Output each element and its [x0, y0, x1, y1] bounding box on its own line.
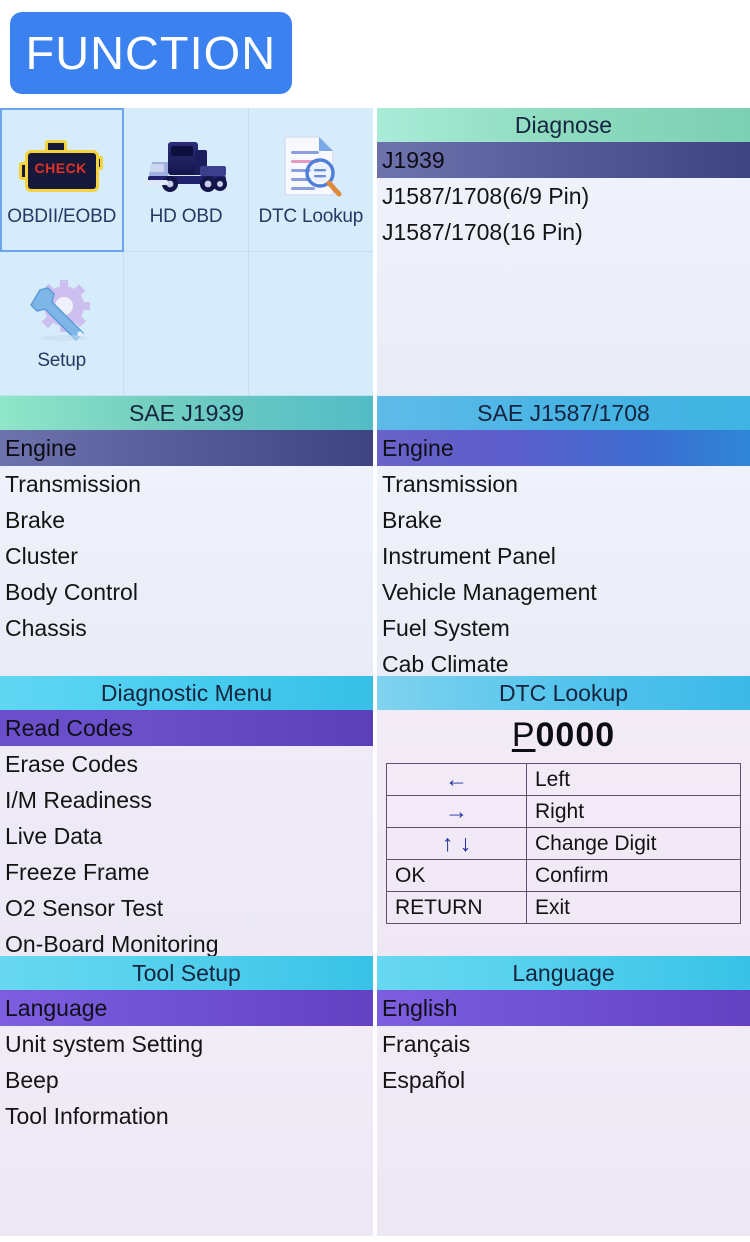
- list-item[interactable]: Tool Information: [0, 1098, 373, 1134]
- diagnostic-menu-list: Read Codes Erase Codes I/M Readiness Liv…: [0, 710, 373, 956]
- tool-setup-list: Language Unit system Setting Beep Tool I…: [0, 990, 373, 1236]
- right-arrow-icon: →: [387, 796, 527, 828]
- list-item[interactable]: J1587/1708(6/9 Pin): [377, 178, 750, 214]
- menu-item-label: HD OBD: [150, 206, 223, 228]
- table-row: ↑ ↓ Change Digit: [387, 828, 741, 860]
- dtc-code-cursor-char: P: [512, 716, 536, 754]
- list-item[interactable]: Transmission: [0, 466, 373, 502]
- list-item[interactable]: Cab Climate: [377, 646, 750, 676]
- sae-j1939-title: SAE J1939: [0, 396, 373, 430]
- screens-row-4: Tool Setup Language Unit system Setting …: [0, 956, 750, 1236]
- diagnose-screen: Diagnose J1939 J1587/1708(6/9 Pin) J1587…: [377, 108, 750, 396]
- sae-j1587-screen: SAE J1587/1708 Engine Transmission Brake…: [377, 396, 750, 676]
- left-arrow-icon: ←: [387, 764, 527, 796]
- screens-row-3: Diagnostic Menu Read Codes Erase Codes I…: [0, 676, 750, 956]
- dtc-key-help-table: ← Left → Right ↑ ↓ Change Digit: [386, 763, 741, 924]
- list-item[interactable]: Instrument Panel: [377, 538, 750, 574]
- language-title: Language: [377, 956, 750, 990]
- list-item[interactable]: Read Codes: [0, 710, 373, 746]
- return-key-label: RETURN: [387, 892, 527, 924]
- document-search-icon: [275, 132, 347, 202]
- tool-setup-title: Tool Setup: [0, 956, 373, 990]
- list-item[interactable]: Engine: [0, 430, 373, 466]
- list-item[interactable]: Beep: [0, 1062, 373, 1098]
- sae-j1939-list: Engine Transmission Brake Cluster Body C…: [0, 430, 373, 676]
- list-item[interactable]: I/M Readiness: [0, 782, 373, 818]
- dtc-lookup-body: P0000 ← Left → Right: [377, 710, 750, 956]
- menu-cell-empty-6: [249, 252, 373, 396]
- dtc-action-label: Left: [527, 764, 741, 796]
- list-item[interactable]: English: [377, 990, 750, 1026]
- dtc-code-display[interactable]: P0000: [377, 710, 750, 763]
- page-header: FUNCTION: [0, 0, 750, 108]
- menu-item-dtc-lookup[interactable]: DTC Lookup: [249, 108, 373, 252]
- list-item[interactable]: Body Control: [0, 574, 373, 610]
- list-item[interactable]: O2 Sensor Test: [0, 890, 373, 926]
- sae-j1939-screen: SAE J1939 Engine Transmission Brake Clus…: [0, 396, 373, 676]
- page-root: FUNCTION CHECK: [0, 0, 750, 1242]
- table-row: ← Left: [387, 764, 741, 796]
- diagnostic-menu-title: Diagnostic Menu: [0, 676, 373, 710]
- menu-item-label: Setup: [37, 350, 86, 372]
- list-item[interactable]: J1939: [377, 142, 750, 178]
- list-item[interactable]: Brake: [0, 502, 373, 538]
- list-item[interactable]: Unit system Setting: [0, 1026, 373, 1062]
- ok-key-label: OK: [387, 860, 527, 892]
- menu-item-obdii-eobd[interactable]: CHECK OBDII/EOBD: [0, 108, 124, 252]
- dtc-lookup-screen: DTC Lookup P0000 ← Left →: [377, 676, 750, 956]
- brand-logo: FUNCTION: [10, 12, 292, 94]
- truck-icon: [138, 132, 234, 202]
- table-row: OK Confirm: [387, 860, 741, 892]
- menu-item-hd-obd[interactable]: HD OBD: [124, 108, 248, 252]
- gear-wrench-icon: [24, 276, 100, 346]
- list-item[interactable]: Freeze Frame: [0, 854, 373, 890]
- list-item[interactable]: Language: [0, 990, 373, 1026]
- table-row: RETURN Exit: [387, 892, 741, 924]
- dtc-lookup-title: DTC Lookup: [377, 676, 750, 710]
- menu-item-label: DTC Lookup: [258, 206, 363, 228]
- screens-row-1: CHECK OBDII/EOBD: [0, 108, 750, 396]
- tool-setup-screen: Tool Setup Language Unit system Setting …: [0, 956, 373, 1236]
- diagnose-title: Diagnose: [377, 108, 750, 142]
- home-menu-screen: CHECK OBDII/EOBD: [0, 108, 373, 396]
- list-item[interactable]: Cluster: [0, 538, 373, 574]
- dtc-code-digits: 0000: [536, 716, 616, 754]
- diagnostic-menu-screen: Diagnostic Menu Read Codes Erase Codes I…: [0, 676, 373, 956]
- up-down-arrow-icon: ↑ ↓: [387, 828, 527, 860]
- menu-item-label: OBDII/EOBD: [7, 206, 116, 228]
- menu-cell-empty-5: [124, 252, 248, 396]
- sae-j1587-title: SAE J1587/1708: [377, 396, 750, 430]
- list-item[interactable]: Brake: [377, 502, 750, 538]
- list-item[interactable]: Français: [377, 1026, 750, 1062]
- list-item[interactable]: Chassis: [0, 610, 373, 646]
- screens-row-2: SAE J1939 Engine Transmission Brake Clus…: [0, 396, 750, 676]
- list-item[interactable]: Transmission: [377, 466, 750, 502]
- list-item[interactable]: J1587/1708(16 Pin): [377, 214, 750, 250]
- check-engine-icon-label: CHECK: [29, 160, 93, 176]
- brand-logo-text: FUNCTION: [26, 26, 277, 80]
- dtc-action-label: Right: [527, 796, 741, 828]
- table-row: → Right: [387, 796, 741, 828]
- screens-grid: CHECK OBDII/EOBD: [0, 108, 750, 1236]
- list-item[interactable]: On-Board Monitoring: [0, 926, 373, 956]
- sae-j1587-list: Engine Transmission Brake Instrument Pan…: [377, 430, 750, 676]
- home-menu-grid: CHECK OBDII/EOBD: [0, 108, 373, 396]
- check-engine-icon: CHECK: [19, 132, 105, 202]
- menu-item-setup[interactable]: Setup: [0, 252, 124, 396]
- list-item[interactable]: Engine: [377, 430, 750, 466]
- list-item[interactable]: Erase Codes: [0, 746, 373, 782]
- list-item[interactable]: Fuel System: [377, 610, 750, 646]
- dtc-action-label: Change Digit: [527, 828, 741, 860]
- dtc-action-label: Exit: [527, 892, 741, 924]
- language-screen: Language English Français Español: [377, 956, 750, 1236]
- diagnose-list: J1939 J1587/1708(6/9 Pin) J1587/1708(16 …: [377, 142, 750, 396]
- list-item[interactable]: Español: [377, 1062, 750, 1098]
- list-item[interactable]: Vehicle Management: [377, 574, 750, 610]
- dtc-action-label: Confirm: [527, 860, 741, 892]
- language-list: English Français Español: [377, 990, 750, 1236]
- list-item[interactable]: Live Data: [0, 818, 373, 854]
